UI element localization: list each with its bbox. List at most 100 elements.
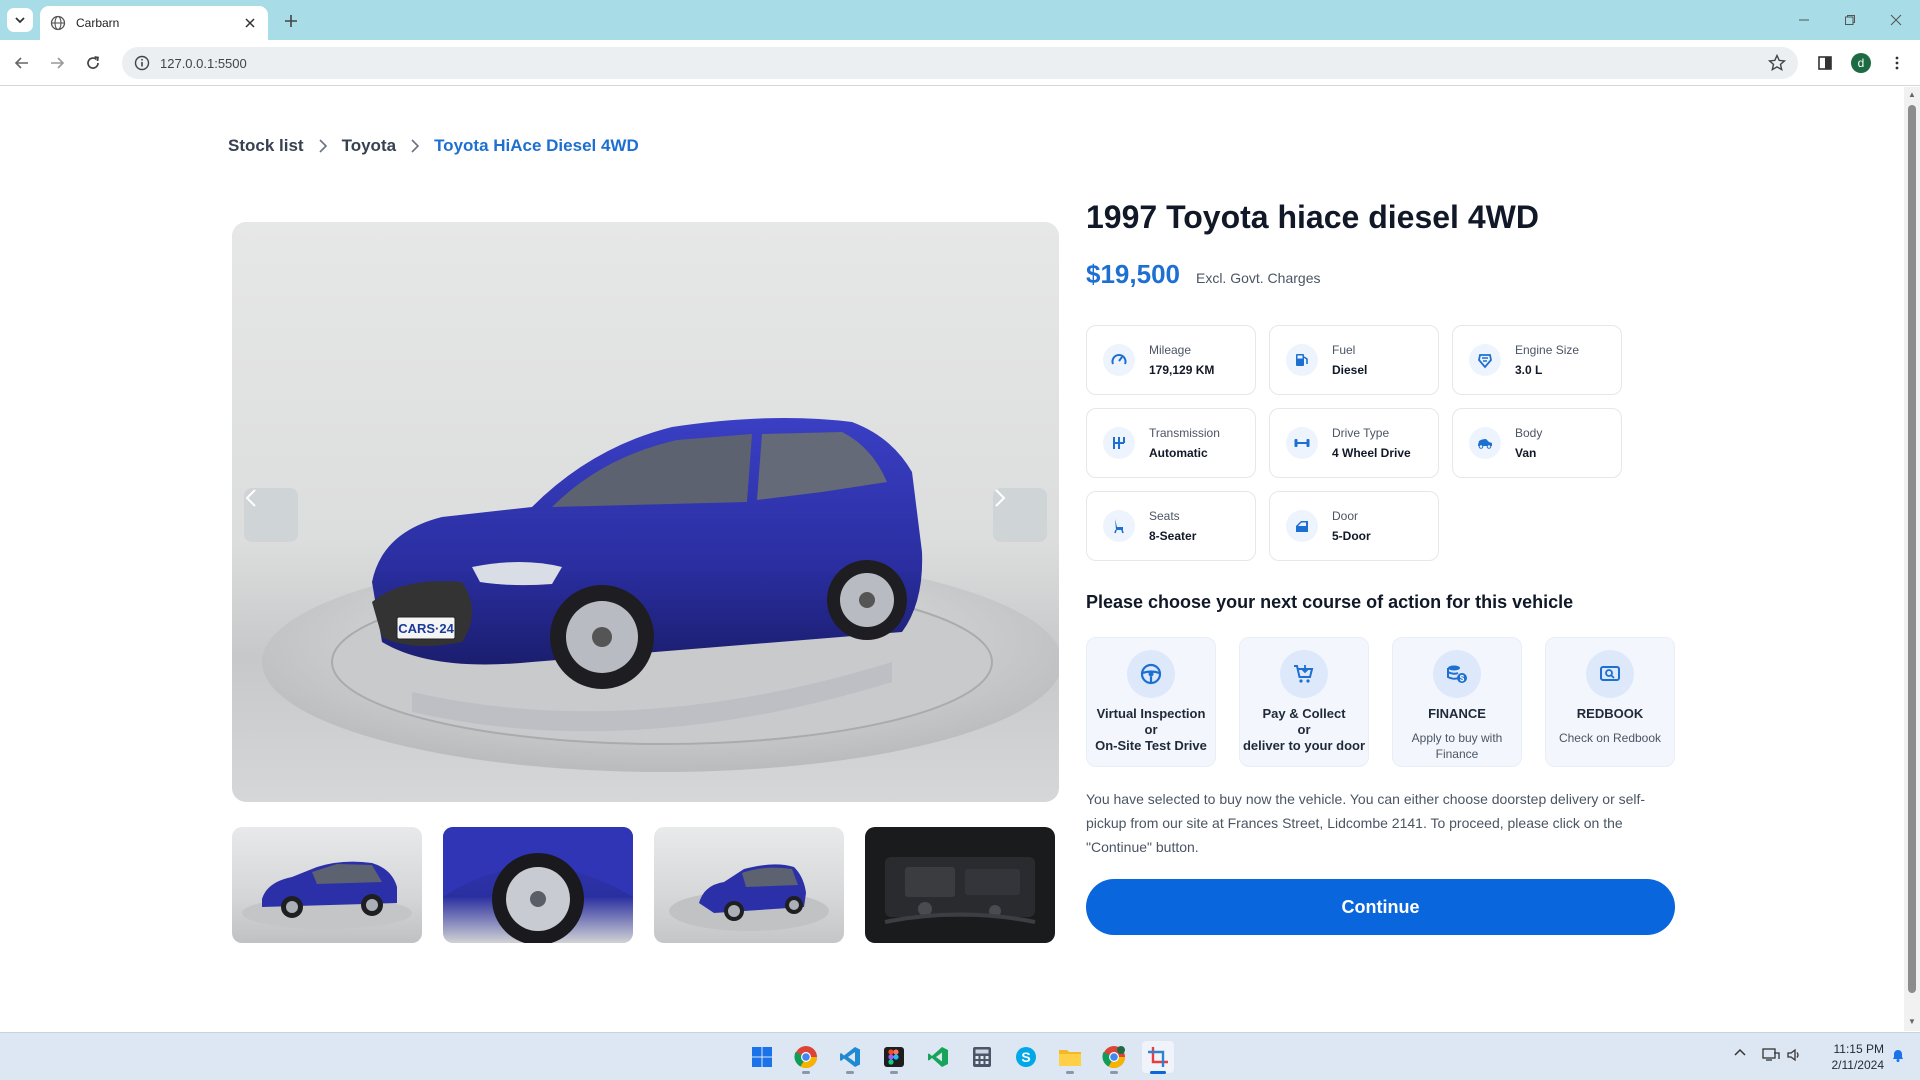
spec-label: Engine Size — [1515, 343, 1580, 357]
option-subtitle: Apply to buy with Finance — [1411, 731, 1503, 761]
chrome-icon — [794, 1046, 817, 1068]
taskbar-snipping-tool[interactable] — [1142, 1041, 1174, 1074]
new-tab-button[interactable] — [280, 10, 302, 32]
running-indicator — [1150, 1071, 1166, 1074]
chevron-right-icon — [410, 139, 420, 153]
spec-seats: Seats 8-Seater — [1086, 491, 1256, 561]
browser-menu-button[interactable] — [1885, 51, 1909, 75]
chevron-right-icon — [995, 489, 1006, 507]
tray-overflow-icon[interactable] — [1734, 1047, 1746, 1062]
option-title-line: or — [1144, 722, 1158, 737]
option-finance[interactable]: $ FINANCE Apply to buy with Finance — [1392, 637, 1522, 767]
option-redbook[interactable]: REDBOOK Check on Redbook — [1545, 637, 1675, 767]
continue-button[interactable]: Continue — [1086, 879, 1675, 935]
spec-mileage: Mileage 179,129 KM — [1086, 325, 1256, 395]
car-body-icon — [1469, 427, 1501, 459]
spec-value: Diesel — [1332, 363, 1368, 377]
option-pay-collect[interactable]: Pay & Collect or deliver to your door — [1239, 637, 1369, 767]
minimize-icon — [1799, 19, 1809, 21]
course-heading: Please choose your next course of action… — [1086, 592, 1574, 612]
chrome-icon — [1102, 1046, 1125, 1068]
option-title-line: or — [1297, 722, 1311, 737]
vehicle-main-photo: CARS·24 — [232, 222, 1059, 802]
start-button[interactable] — [746, 1041, 778, 1073]
thumbnail-engine-bay[interactable] — [865, 827, 1055, 943]
option-virtual-inspection[interactable]: Virtual Inspection or On-Site Test Drive — [1086, 637, 1216, 767]
spec-value: 8-Seater — [1149, 529, 1197, 543]
spec-engine-size: Engine Size 3.0 L — [1452, 325, 1622, 395]
thumbnail-image — [242, 861, 412, 929]
spec-label: Fuel — [1332, 343, 1356, 357]
taskbar-file-explorer[interactable] — [1054, 1041, 1086, 1074]
taskbar-vscode[interactable] — [834, 1041, 866, 1074]
taskbar-calculator[interactable] — [966, 1041, 998, 1073]
browser-toolbar: 127.0.0.1:5500 d — [0, 40, 1920, 86]
thumbnail-wheel-closeup[interactable] — [443, 827, 633, 943]
taskbar-visual-studio[interactable] — [922, 1041, 954, 1073]
system-clock[interactable]: 11:15 PM 2/11/2024 — [1818, 1041, 1885, 1073]
taskbar-chrome[interactable] — [790, 1041, 822, 1074]
course-options: Virtual Inspection or On-Site Test Drive… — [1086, 637, 1675, 767]
scrollbar-thumb[interactable] — [1908, 105, 1916, 993]
taskbar-figma[interactable] — [878, 1041, 910, 1074]
taskbar-skype[interactable]: S — [1010, 1041, 1042, 1073]
steering-wheel-icon — [1127, 650, 1175, 698]
thumbnail-image — [443, 827, 633, 943]
reload-button[interactable] — [81, 51, 105, 75]
speedometer-icon — [1103, 344, 1135, 376]
windows-taskbar: S 11:15 PM 2/11/2024 — [0, 1032, 1920, 1080]
folder-icon — [1059, 1050, 1081, 1066]
bookmark-star-icon[interactable] — [1768, 54, 1786, 72]
scroll-up-icon[interactable]: ▲ — [1907, 90, 1917, 100]
breadcrumb-current: Toyota HiAce Diesel 4WD — [434, 136, 639, 155]
close-window-button[interactable] — [1874, 0, 1918, 40]
svg-text:$: $ — [1460, 674, 1465, 683]
chevron-down-icon — [15, 17, 25, 24]
site-info-icon[interactable] — [134, 55, 150, 71]
notification-bell-icon[interactable] — [1890, 1047, 1906, 1066]
taskbar-chrome-profile[interactable] — [1098, 1041, 1130, 1074]
back-button[interactable] — [10, 51, 34, 75]
close-icon — [1890, 14, 1902, 26]
calculator-icon — [973, 1047, 991, 1067]
spec-value: Van — [1515, 446, 1537, 460]
gallery-next-button[interactable] — [993, 488, 1047, 542]
url-text[interactable]: 127.0.0.1:5500 — [160, 56, 247, 71]
browser-tab[interactable]: Carbarn — [40, 6, 268, 40]
breadcrumb-stock-list[interactable]: Stock list — [228, 136, 304, 156]
reload-icon — [87, 56, 99, 69]
fuel-pump-icon — [1286, 344, 1318, 376]
option-title-line: On-Site Test Drive — [1095, 738, 1207, 753]
close-tab-icon[interactable] — [242, 15, 258, 31]
address-bar[interactable]: 127.0.0.1:5500 — [122, 47, 1798, 79]
thumbnail-front-angle[interactable] — [654, 827, 844, 943]
network-icon[interactable] — [1762, 1047, 1780, 1066]
spec-drive-type: Drive Type 4 Wheel Drive — [1269, 408, 1439, 478]
volume-icon[interactable] — [1786, 1047, 1802, 1066]
engine-icon — [1469, 344, 1501, 376]
spec-value: 5-Door — [1332, 529, 1371, 543]
price-note: Excl. Govt. Charges — [1195, 270, 1321, 286]
option-subtitle: Check on Redbook — [1558, 731, 1662, 745]
thumbnail-side-view[interactable] — [232, 827, 422, 943]
thumbnail-image — [669, 864, 829, 931]
spec-label: Seats — [1149, 509, 1180, 523]
tab-search-button[interactable] — [7, 8, 33, 32]
scroll-down-icon[interactable]: ▼ — [1907, 1017, 1917, 1027]
page-scrollbar[interactable]: ▲ ▼ — [1904, 87, 1920, 1031]
profile-button[interactable]: d — [1849, 51, 1873, 75]
side-panel-button[interactable] — [1813, 51, 1837, 75]
spec-label: Body — [1515, 426, 1543, 440]
spec-label: Transmission — [1149, 426, 1220, 440]
chevron-right-icon — [318, 139, 328, 153]
option-title-line: Virtual Inspection — [1096, 706, 1206, 721]
spec-label: Drive Type — [1332, 426, 1390, 440]
gallery-prev-button[interactable] — [244, 488, 298, 542]
forward-button[interactable] — [45, 51, 69, 75]
minimize-window-button[interactable] — [1782, 0, 1826, 40]
spec-transmission: Transmission Automatic — [1086, 408, 1256, 478]
restore-window-button[interactable] — [1828, 0, 1872, 40]
purchase-description: You have selected to buy now the vehicle… — [1086, 791, 1646, 855]
breadcrumb-toyota[interactable]: Toyota — [342, 136, 396, 156]
running-indicator — [846, 1071, 854, 1074]
